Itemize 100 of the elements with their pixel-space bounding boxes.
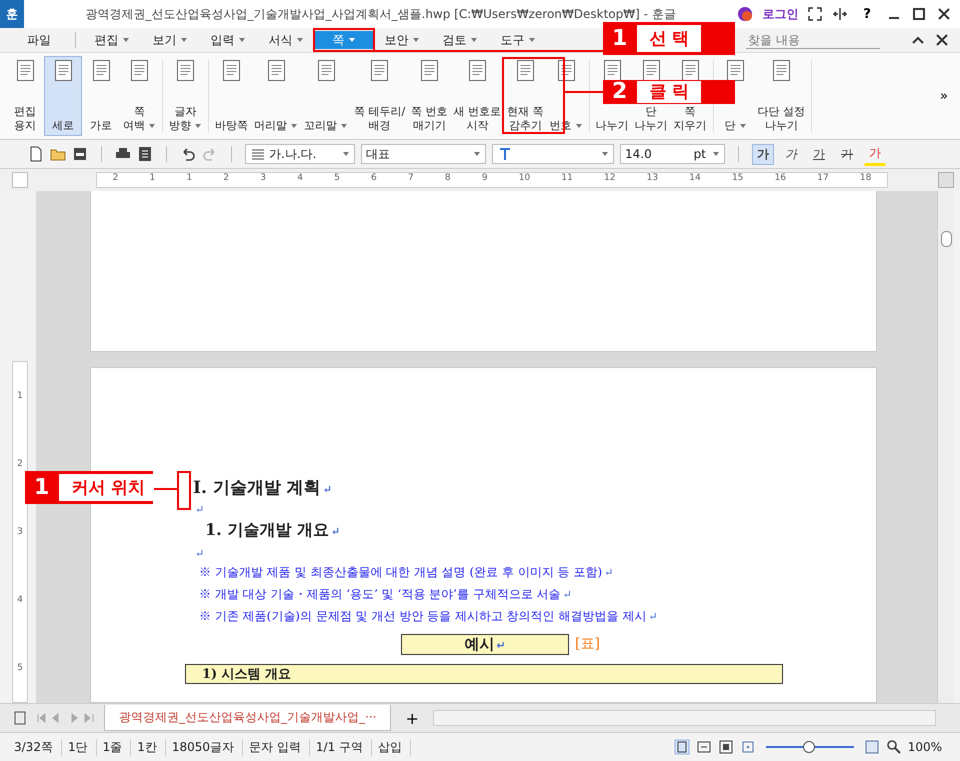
search-icon[interactable]	[886, 739, 902, 755]
ruler-number: 1	[150, 173, 156, 185]
font-name-dropdown[interactable]	[492, 144, 614, 164]
page-view-icon[interactable]	[674, 739, 690, 755]
ribbon-button[interactable]: 머리말	[251, 56, 301, 136]
menu-item[interactable]: 편집	[83, 31, 141, 49]
ruler-number: 9	[482, 173, 488, 185]
ribbon-button[interactable]: 편집 용지	[6, 56, 44, 136]
horizontal-scrollbar[interactable]	[432, 710, 936, 726]
menu-item[interactable]: 쪽	[315, 31, 373, 49]
section-box: 1) 시스템 개요	[185, 664, 783, 684]
menu-item[interactable]: 서식	[257, 31, 315, 49]
slider-thumb[interactable]	[802, 741, 815, 753]
caret-icon	[342, 150, 350, 158]
ruler-number: 11	[561, 173, 573, 185]
help-button[interactable]: ?	[857, 6, 877, 22]
example-label: 예시↵	[401, 634, 569, 654]
more-button[interactable]: »	[934, 56, 954, 136]
paragraph-text: Ⅰ. 기술개발 계획↵	[193, 478, 332, 498]
zoom-in-icon[interactable]	[864, 739, 880, 755]
ruler-number: 15	[732, 173, 744, 185]
caret-icon	[238, 36, 246, 44]
resize-arrows-icon[interactable]	[832, 6, 848, 22]
caret-icon	[412, 36, 420, 44]
caret-icon	[296, 36, 304, 44]
ribbon-button[interactable]: 쪽 테두리/ 배경	[351, 56, 408, 136]
menu-item[interactable]: 보안	[373, 31, 431, 49]
caret-icon	[738, 122, 747, 130]
callout-label: 1 선 택	[603, 22, 735, 55]
maximize-icon[interactable]	[911, 6, 927, 22]
highlight-frame	[313, 28, 375, 52]
menu-item[interactable]: 도구	[489, 31, 547, 49]
ruler-number: 4	[297, 173, 303, 185]
close-icon[interactable]	[936, 6, 952, 22]
page-icon	[92, 60, 110, 81]
ruler-number: 12	[604, 173, 616, 185]
format-button[interactable]: 가	[808, 144, 830, 164]
caret-icon	[290, 122, 298, 130]
ruler-number: 3	[260, 173, 266, 185]
ribbon-button[interactable]: 가로	[82, 56, 120, 136]
format-button[interactable]: 가	[836, 144, 858, 164]
menu-item[interactable]: 파일	[10, 31, 68, 49]
ribbon-button[interactable]: 새 번호로 시작	[450, 56, 504, 136]
page-icon	[682, 60, 699, 81]
page-icon	[516, 60, 534, 81]
fullscreen-icon[interactable]	[807, 6, 824, 22]
font-size-field[interactable]: 14.0 pt	[620, 144, 725, 164]
new-document-icon[interactable]	[28, 146, 44, 162]
ruler-number: 10	[518, 173, 530, 185]
close-icon[interactable]	[934, 32, 950, 48]
page-icon	[772, 60, 790, 81]
caret-icon	[574, 122, 583, 130]
ribbon-button[interactable]: 쪽 번호 매기기	[408, 56, 451, 136]
status-item: 삽입	[378, 738, 412, 756]
ruler-number: 5	[334, 173, 340, 185]
ribbon-button[interactable]: 꼬리말	[301, 56, 351, 136]
caret-icon	[148, 122, 156, 130]
status-item: 3/32쪽	[14, 738, 62, 756]
page-icon	[371, 60, 388, 81]
ruler-number: 4	[17, 595, 23, 605]
ruler-number: 5	[17, 663, 23, 673]
split-handle[interactable]	[938, 172, 954, 188]
font-dropdown[interactable]: 대표	[361, 144, 486, 164]
ribbon-button[interactable]: 쪽 여백	[120, 56, 159, 136]
caret-icon	[340, 122, 348, 130]
menu-item[interactable]: 보기	[141, 31, 199, 49]
caret-icon	[528, 36, 536, 44]
ribbon-button[interactable]: 바탕쪽	[212, 56, 251, 136]
format-button[interactable]: 가	[780, 144, 802, 164]
ribbon-button[interactable]: 글자 방향	[166, 56, 205, 136]
ruler-number: 1	[186, 173, 192, 185]
page-icon[interactable]	[12, 710, 28, 726]
login-button[interactable]: 로그인	[762, 6, 798, 22]
paragraph-mark: ↵	[195, 547, 204, 560]
add-tab-button[interactable]: +	[399, 708, 425, 728]
status-item: 1줄	[102, 738, 132, 756]
preview-icon[interactable]	[137, 146, 153, 162]
style-dropdown[interactable]: 가.나.다.	[245, 144, 355, 164]
paragraph-text: ※ 개발 대상 기술・제품의 ‘용도’ 및 ‘적용 분야’를 구체적으로 서술 ↵	[199, 587, 572, 601]
save-icon[interactable]	[72, 146, 88, 162]
ribbon-button[interactable]: 다단 설정 나누기	[754, 56, 808, 136]
ruler-number: 2	[223, 173, 230, 185]
caret-icon	[122, 36, 130, 44]
search-field[interactable]: 찾을 내용	[746, 32, 880, 48]
vertical-scrollbar[interactable]	[937, 191, 954, 703]
zoom-out-icon[interactable]	[740, 739, 756, 755]
format-button[interactable]: 가	[752, 144, 774, 164]
menu-item[interactable]: 검토	[431, 31, 489, 49]
ribbon-button[interactable]: 현재 쪽 감추기	[504, 56, 547, 136]
paragraph-text: ※ 기술개발 제품 및 최종산출물에 대한 개념 설명 (완료 후 이미지 등 포함) ↵	[199, 565, 614, 579]
full-page-icon[interactable]	[718, 739, 734, 755]
page-icon	[420, 60, 438, 81]
paragraph-mark: ↵	[195, 503, 204, 516]
ruler-number: 14	[689, 173, 701, 185]
menu-item[interactable]: 입력	[199, 31, 257, 49]
fit-width-icon[interactable]	[696, 739, 712, 755]
ruler-number: 1	[17, 391, 23, 401]
status-item: 1/1 구역	[316, 738, 372, 756]
ribbon-button[interactable]: 세로	[44, 56, 82, 136]
document-tab[interactable]: 광역경제권_선도산업육성사업_기술개발사업_···	[104, 705, 392, 731]
